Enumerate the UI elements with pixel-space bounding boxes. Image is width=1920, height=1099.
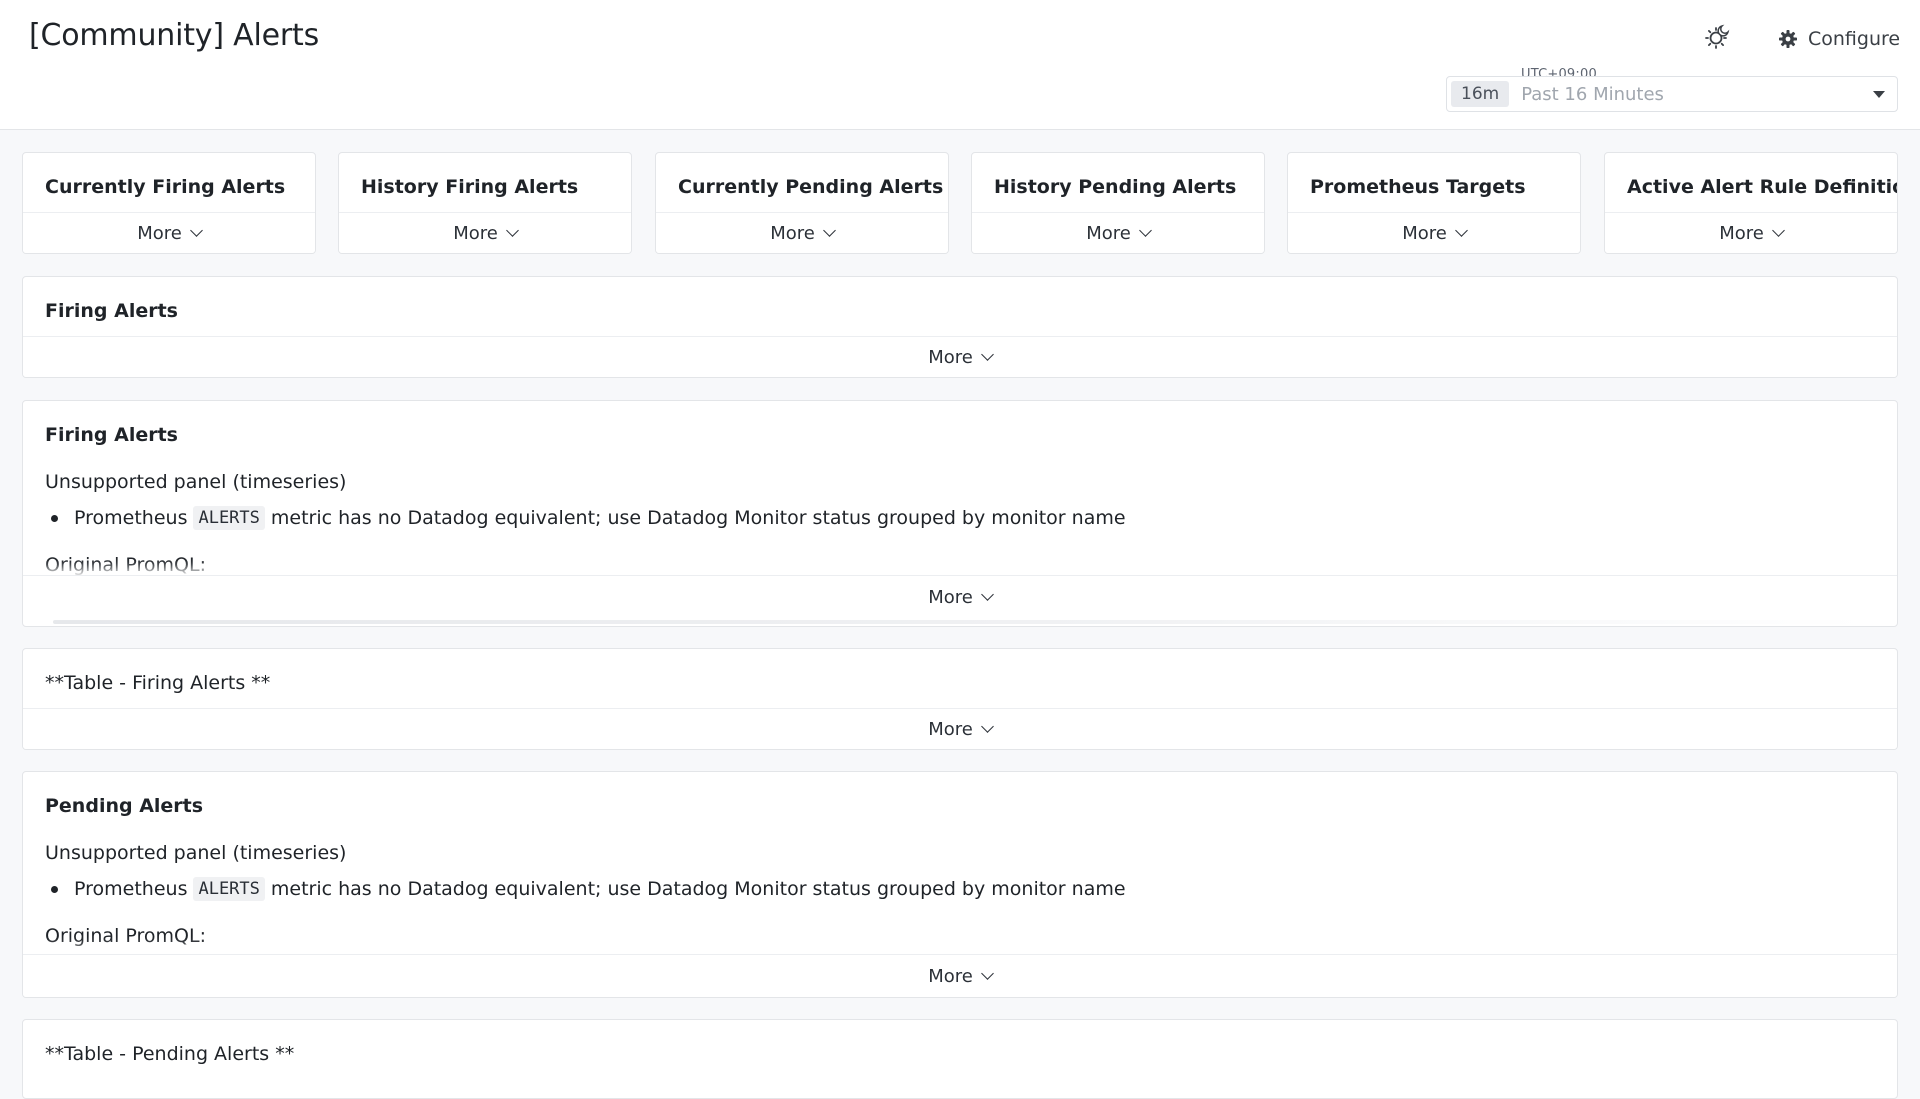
widget-title: Prometheus Targets [1310,176,1526,198]
chevron-down-icon [980,588,994,601]
time-range-picker[interactable]: 16m Past 16 Minutes [1446,76,1898,112]
more-label: More [1402,222,1447,244]
widget-prometheus-targets: Prometheus Targets More [1287,152,1581,254]
more-label: More [928,586,973,608]
promql-label: Original PromQL: [45,554,206,576]
more-label: More [770,222,815,244]
bullet-prefix: Prometheus [74,507,188,529]
more-button[interactable]: More [23,575,1897,618]
configure-label: Configure [1808,28,1901,50]
panel-title: Firing Alerts [45,300,178,322]
panel-table-pending-alerts: **Table - Pending Alerts ** [22,1019,1898,1099]
panel-title: **Table - Pending Alerts ** [45,1043,295,1065]
inline-code: ALERTS [193,877,265,901]
time-range-text: Past 16 Minutes [1521,83,1664,105]
more-button[interactable]: More [656,212,948,253]
chevron-down-icon [1138,224,1152,237]
chevron-down-icon [505,224,519,237]
more-button[interactable]: More [339,212,631,253]
more-label: More [1719,222,1764,244]
more-button[interactable]: More [1288,212,1580,253]
caret-down-icon [1873,90,1885,98]
more-button[interactable]: More [1605,212,1897,253]
more-label: More [928,718,973,740]
chevron-down-icon [1771,224,1785,237]
chevron-down-icon [822,224,836,237]
panel-title: Firing Alerts [45,424,178,446]
panel-title: **Table - Firing Alerts ** [45,672,271,694]
chevron-down-icon [1454,224,1468,237]
unsupported-panel-note: Unsupported panel (timeseries) [45,471,347,493]
more-button[interactable]: More [23,708,1897,749]
faded-content [53,620,1867,624]
more-label: More [928,965,973,987]
bullet-item: Prometheus ALERTS metric has no Datadog … [45,506,1126,530]
panel-table-firing-alerts: **Table - Firing Alerts ** More [22,648,1898,750]
widget-title: Currently Pending Alerts [678,176,944,198]
more-button[interactable]: More [23,954,1897,997]
widget-currently-pending-alerts: Currently Pending Alerts More [655,152,949,254]
theme-toggle-icon [1705,24,1730,49]
more-label: More [137,222,182,244]
unsupported-panel-note: Unsupported panel (timeseries) [45,842,347,864]
more-label: More [453,222,498,244]
more-label: More [928,346,973,368]
widget-title: History Pending Alerts [994,176,1237,198]
bullet-suffix: metric has no Datadog equivalent; use Da… [270,878,1126,900]
more-button[interactable]: More [972,212,1264,253]
gear-icon [1779,30,1797,48]
bullet-dot [51,514,58,522]
chevron-down-icon [980,720,994,733]
more-button[interactable]: More [23,336,1897,377]
chevron-down-icon [980,967,994,980]
bullet-item: Prometheus ALERTS metric has no Datadog … [45,877,1126,901]
widget-title: Currently Firing Alerts [45,176,286,198]
bullet-dot [51,885,58,893]
time-range-badge: 16m [1451,81,1510,107]
widget-currently-firing-alerts: Currently Firing Alerts More [22,152,316,254]
more-label: More [1086,222,1131,244]
bullet-prefix: Prometheus [74,878,188,900]
widget-title: History Firing Alerts [361,176,579,198]
panel-firing-alerts: Firing Alerts Unsupported panel (timeser… [22,400,1898,627]
panel-title: Pending Alerts [45,795,204,817]
dashboard-header: [Community] Alerts Configure UTC+09:00 1… [0,0,1920,130]
configure-button[interactable]: Configure [1770,24,1908,54]
theme-toggle[interactable] [1700,20,1734,54]
chevron-down-icon [189,224,203,237]
panel-pending-alerts: Pending Alerts Unsupported panel (timese… [22,771,1898,998]
widget-history-firing-alerts: History Firing Alerts More [338,152,632,254]
page-title: [Community] Alerts [29,18,320,53]
promql-label: Original PromQL: [45,925,206,947]
widget-history-pending-alerts: History Pending Alerts More [971,152,1265,254]
chevron-down-icon [980,348,994,361]
widget-title: Active Alert Rule Definitions [1627,176,1897,198]
more-button[interactable]: More [23,212,315,253]
bullet-suffix: metric has no Datadog equivalent; use Da… [270,507,1126,529]
widget-active-alert-rule-definitions: Active Alert Rule Definitions More [1604,152,1898,254]
inline-code: ALERTS [193,506,265,530]
panel-firing-alerts-summary: Firing Alerts More [22,276,1898,378]
